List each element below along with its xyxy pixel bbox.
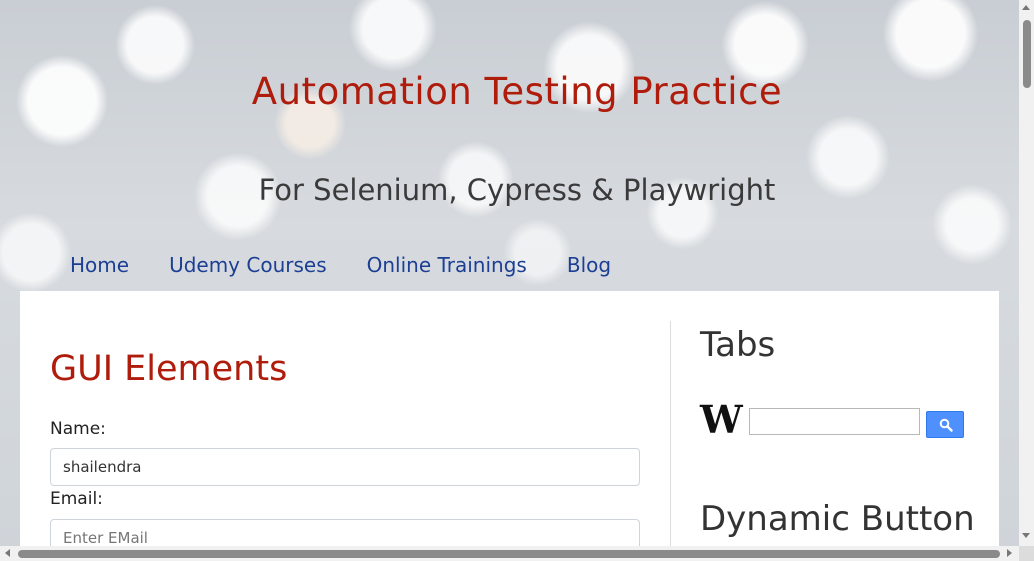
nav-item-blog[interactable]: Blog (547, 250, 631, 280)
section-title: GUI Elements (50, 349, 288, 389)
scroll-up-arrow-icon[interactable] (1022, 5, 1030, 10)
main-nav: Home Udemy Courses Online Trainings Blog (50, 250, 631, 280)
vertical-scrollbar[interactable] (1019, 0, 1034, 561)
horizontal-scrollbar[interactable] (0, 546, 1019, 561)
column-divider (670, 321, 671, 551)
scroll-right-arrow-icon[interactable] (1007, 549, 1012, 557)
nav-item-online-trainings[interactable]: Online Trainings (347, 250, 547, 280)
main-column: GUI Elements Name: Email: (50, 291, 640, 557)
sidebar-column: Tabs W Dynamic Button (700, 291, 990, 551)
name-input[interactable] (50, 448, 640, 486)
wikipedia-icon: W (700, 397, 743, 442)
scroll-left-arrow-icon[interactable] (5, 549, 10, 557)
email-label: Email: (50, 489, 103, 509)
horizontal-scroll-thumb[interactable] (18, 550, 1000, 558)
vertical-scroll-thumb[interactable] (1023, 20, 1031, 88)
name-label: Name: (50, 419, 106, 439)
scroll-down-arrow-icon[interactable] (1022, 533, 1030, 538)
tabs-title: Tabs (700, 325, 776, 365)
content-panel: GUI Elements Name: Email: Tabs W Dynamic… (20, 291, 999, 557)
nav-item-home[interactable]: Home (50, 250, 149, 280)
site-subtitle: For Selenium, Cypress & Playwright (258, 173, 776, 207)
search-icon (939, 418, 953, 432)
scrollbar-corner (1019, 546, 1034, 561)
wiki-search-input[interactable] (749, 408, 920, 435)
wiki-search-button[interactable] (926, 411, 964, 438)
site-title: Automation Testing Practice (251, 70, 783, 113)
dynamic-button-title: Dynamic Button (700, 499, 975, 539)
nav-item-udemy-courses[interactable]: Udemy Courses (149, 250, 347, 280)
